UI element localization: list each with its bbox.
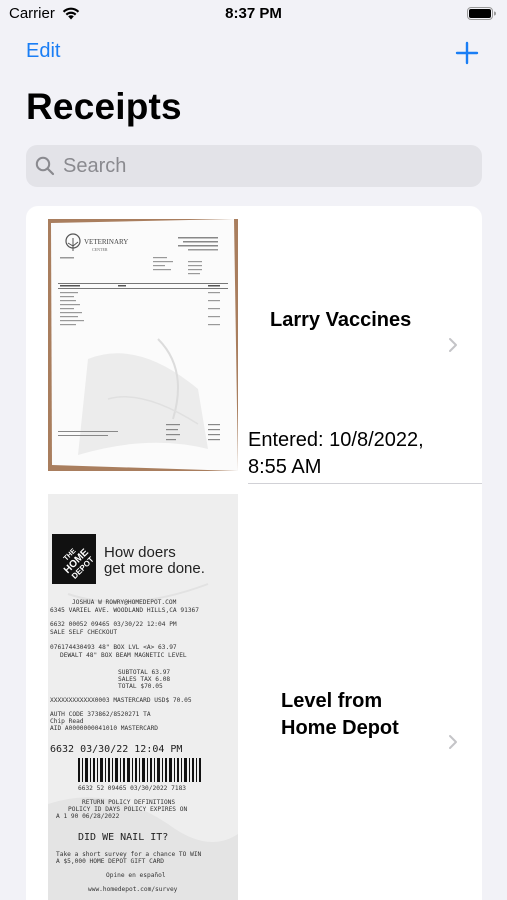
title-line-2: Home Depot: [281, 717, 399, 739]
vet-logo-text: VETERINARY: [84, 238, 128, 246]
svg-text:Opine en español: Opine en español: [106, 872, 166, 879]
entered-line-1: Entered: 10/8/2022,: [248, 429, 424, 451]
list-item[interactable]: VETERINARY CENTER Larry Vaccines Entered…: [26, 206, 482, 488]
svg-text:www.homedepot.com/survey: www.homedepot.com/survey: [88, 886, 178, 893]
svg-text:JOSHUA W ROWRY@HOMEDEPOT.COM: JOSHUA W ROWRY@HOMEDEPOT.COM: [72, 599, 177, 606]
svg-text:SALE SELF CHECKOUT: SALE SELF CHECKOUT: [50, 629, 117, 636]
svg-text:6345 VARIEL AVE. WOODLAND HILL: 6345 VARIEL AVE. WOODLAND HILLS,CA 91367: [50, 607, 199, 614]
chevron-right-icon: [449, 338, 457, 352]
slogan-line-1: How doers: [104, 544, 176, 561]
svg-text:TOTAL $70.05: TOTAL $70.05: [118, 683, 163, 690]
svg-text:SALES TAX 6.08: SALES TAX 6.08: [118, 676, 170, 683]
clock: 8:37 PM: [225, 5, 282, 22]
chevron-right-icon: [449, 735, 457, 749]
plus-icon[interactable]: [455, 41, 479, 65]
svg-text:AUTH CODE 373862/8520271 TA: AUTH CODE 373862/8520271 TA: [50, 711, 151, 718]
svg-text:SUBTOTAL 63.97: SUBTOTAL 63.97: [118, 669, 170, 676]
page-title: Receipts: [26, 86, 182, 127]
battery-icon: [467, 7, 496, 20]
receipt-thumbnail: VETERINARY CENTER: [48, 219, 238, 471]
svg-text:DEWALT 48" BOX BEAM MAGNETIC L: DEWALT 48" BOX BEAM MAGNETIC LEVEL: [60, 652, 187, 659]
svg-text:Chip Read: Chip Read: [50, 718, 84, 725]
svg-text:AID A0000000041010 MASTERCARD: AID A0000000041010 MASTERCARD: [50, 725, 158, 732]
svg-text:076174430493 48" BOX LVL <A> 6: 076174430493 48" BOX LVL <A> 63.97: [50, 644, 177, 651]
list-item[interactable]: THE HOME DEPOT How doers get more done. …: [26, 488, 482, 900]
svg-text:POLICY ID DAYS POLICY EXPIRES: POLICY ID DAYS POLICY EXPIRES ON: [68, 806, 187, 813]
svg-text:6632 52 09465 03/30/2022 7183: 6632 52 09465 03/30/2022 7183: [78, 785, 186, 792]
svg-text:RETURN POLICY DEFINITIONS: RETURN POLICY DEFINITIONS: [82, 799, 175, 806]
receipt-thumbnail: THE HOME DEPOT How doers get more done. …: [48, 494, 238, 900]
svg-text:Take a short survey for a chan: Take a short survey for a chance TO WIN: [56, 851, 202, 858]
slogan-line-2: get more done.: [104, 560, 205, 577]
receipt-list: VETERINARY CENTER Larry Vaccines Entered…: [26, 206, 482, 900]
svg-text:A 1 90 06/28/2022: A 1 90 06/28/2022: [56, 813, 120, 820]
search-input[interactable]: Search: [26, 145, 482, 187]
entered-line-2: 8:55 AM: [248, 456, 322, 478]
svg-text:6632 03/30/22 12:04 PM: 6632 03/30/22 12:04 PM: [50, 744, 182, 755]
title-line-1: Level from: [281, 690, 383, 712]
svg-text:DID WE NAIL IT?: DID WE NAIL IT?: [78, 832, 168, 843]
row-divider: [248, 483, 482, 484]
receipt-title: Larry Vaccines: [270, 309, 412, 331]
vet-logo-sub: CENTER: [92, 247, 108, 252]
search-placeholder: Search: [63, 155, 127, 177]
svg-text:XXXXXXXXXXXX0003 MASTERCARD US: XXXXXXXXXXXX0003 MASTERCARD USD$ 70.05: [50, 697, 192, 704]
search-icon: [35, 156, 55, 176]
receipt-title: Level from Home Depot: [281, 688, 441, 742]
svg-text:6632 00052 09465 03/30/22 12:0: 6632 00052 09465 03/30/22 12:04 PM: [50, 621, 177, 628]
receipt-entered-date: Entered: 10/8/2022, 8:55 AM: [248, 427, 424, 481]
svg-text:A $5,000 HOME DEPOT GIFT CARD: A $5,000 HOME DEPOT GIFT CARD: [56, 858, 164, 865]
status-bar: Carrier 8:37 PM: [0, 0, 507, 30]
edit-button[interactable]: Edit: [26, 40, 60, 63]
